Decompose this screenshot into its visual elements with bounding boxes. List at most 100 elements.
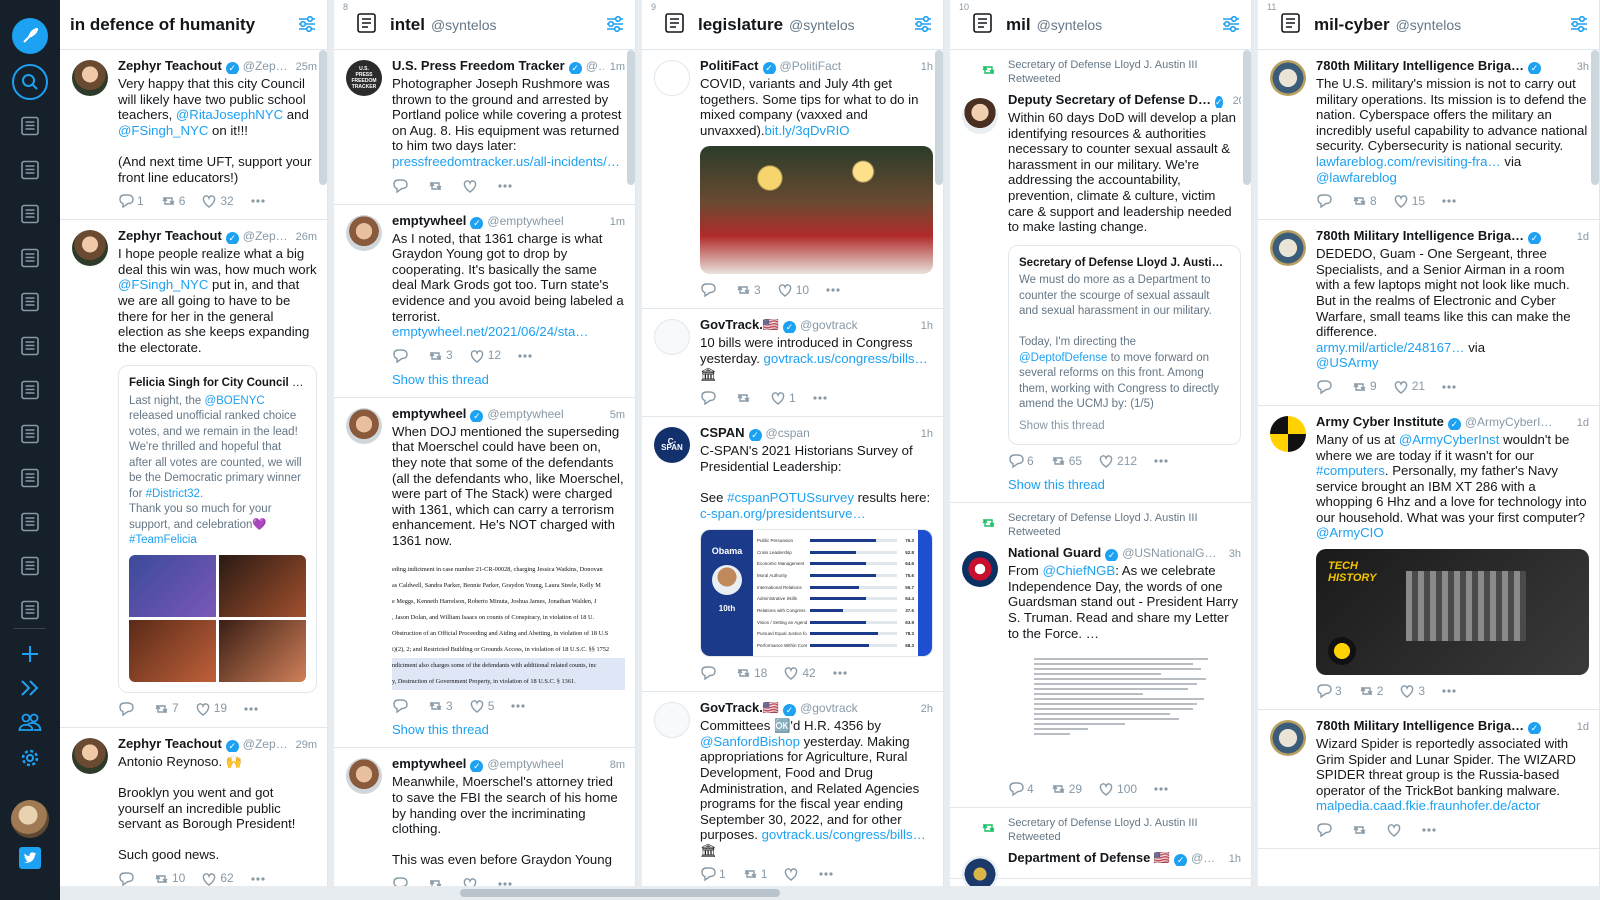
more-actions-button[interactable] (1441, 379, 1457, 395)
search-button[interactable] (12, 64, 48, 100)
tweet-timestamp[interactable]: 1h (921, 427, 933, 441)
tweet[interactable]: U.S. PRESS FREEDOM TRACKER U.S. Press Fre… (334, 50, 635, 205)
tweet[interactable]: Secretary of Defense Lloyd J. Austin III… (950, 50, 1251, 504)
tweet-timestamp[interactable]: 20h (1233, 94, 1241, 108)
like-button[interactable]: 21 (1393, 379, 1425, 395)
quoted-link[interactable]: @BOENYC (204, 395, 264, 407)
author-avatar[interactable] (1270, 230, 1306, 267)
author-avatar[interactable] (346, 407, 382, 444)
column-timeline[interactable]: U.S. PRESS FREEDOM TRACKER U.S. Press Fre… (334, 50, 635, 886)
author-handle[interactable]: @… (586, 59, 604, 74)
tweet[interactable]: Army Cyber Institute ✓ @ArmyCyberI… 1d Many … (1258, 406, 1599, 711)
author-handle[interactable]: @ZephyrTeac… (243, 59, 290, 74)
author-avatar[interactable] (346, 758, 382, 795)
column-settings-button[interactable] (297, 14, 317, 39)
author-handle[interactable]: @govtrack (800, 318, 915, 333)
author-name[interactable]: emptywheel (392, 756, 466, 771)
column-timeline[interactable]: 780th Military Intelligence Briga… ✓ 3h The… (1258, 50, 1599, 886)
author-name[interactable]: emptywheel (392, 213, 466, 228)
retweet-button[interactable]: 65 (1050, 453, 1082, 469)
reply-button[interactable] (118, 871, 137, 886)
author-avatar[interactable] (1270, 720, 1306, 757)
quoted-media-grid[interactable] (129, 554, 306, 682)
author-handle[interactable]: @ZephyrTeac… (243, 229, 290, 244)
like-button[interactable] (1386, 822, 1405, 838)
tweet-timestamp[interactable]: 26m (296, 230, 317, 244)
tweet-timestamp[interactable]: 1h (921, 60, 933, 74)
like-button[interactable]: 10 (777, 282, 809, 298)
more-actions-button[interactable] (497, 178, 513, 194)
inline-link[interactable]: pressfreedomtracker.us/all-incidents/… (392, 154, 620, 169)
reply-button[interactable] (700, 665, 719, 681)
column-header[interactable]: 8 intel @syntelos (334, 0, 635, 50)
inline-link[interactable]: @lawfareblog (1316, 170, 1397, 185)
author-name[interactable]: Zephyr Teachout (118, 228, 222, 243)
author-name[interactable]: Zephyr Teachout (118, 58, 222, 73)
like-button[interactable]: 3 (1399, 683, 1425, 699)
more-actions-button[interactable] (1153, 781, 1169, 797)
reply-button[interactable] (392, 348, 411, 364)
tweet[interactable]: GovTrack.🇺🇸 ✓ @govtrack 2h Committees 🆗'd H.… (642, 692, 943, 886)
nav-column-button[interactable] (10, 590, 50, 630)
author-avatar[interactable] (654, 319, 690, 356)
author-handle[interactable]: @govtrack (800, 701, 915, 716)
author-name[interactable]: 780th Military Intelligence Briga… (1316, 228, 1524, 243)
author-name[interactable]: Army Cyber Institute (1316, 414, 1444, 429)
author-name[interactable]: emptywheel (392, 406, 466, 421)
retweet-button[interactable]: 18 (735, 665, 767, 681)
column-scrollbar[interactable] (627, 50, 635, 185)
like-button[interactable]: 212 (1098, 453, 1137, 469)
tweet[interactable]: Secretary of Defense Lloyd J. Austin III… (950, 503, 1251, 809)
author-avatar[interactable] (962, 551, 998, 588)
author-name[interactable]: 780th Military Intelligence Briga… (1316, 58, 1524, 73)
author-handle[interactable]: @ZephyrTeac… (243, 737, 290, 752)
media-thumbnail[interactable] (129, 554, 216, 617)
horizontal-scroll-thumb[interactable] (460, 889, 780, 897)
more-actions-button[interactable] (812, 390, 828, 406)
author-avatar[interactable] (72, 60, 108, 96)
horizontal-scrollbar[interactable] (60, 886, 1600, 900)
author-handle[interactable]: @USNationalGuard (1122, 546, 1223, 561)
tweet[interactable]: emptywheel ✓ @emptywheel 8m Meanwhile, Moers… (334, 748, 635, 886)
tweet-timestamp[interactable]: 5m (610, 408, 625, 422)
media-thumbnail[interactable] (129, 619, 216, 682)
like-button[interactable] (783, 866, 802, 882)
retweet-button[interactable]: 3 (735, 282, 761, 298)
author-name[interactable]: National Guard (1008, 545, 1101, 560)
tweet[interactable]: GovTrack.🇺🇸 ✓ @govtrack 1h 10 bills were int… (642, 309, 943, 418)
inline-link[interactable]: @ArmyCyberInst (1399, 432, 1500, 447)
author-name[interactable]: GovTrack.🇺🇸 (700, 317, 779, 332)
author-avatar[interactable] (72, 230, 108, 267)
like-button[interactable] (462, 876, 481, 886)
tweet[interactable]: 780th Military Intelligence Briga… ✓ 1d Wiz… (1258, 710, 1599, 850)
column-settings-button[interactable] (1569, 14, 1589, 39)
media-thumbnail[interactable] (219, 554, 306, 617)
column-header[interactable]: 9 legislature @syntelos (642, 0, 943, 50)
tweet-timestamp[interactable]: 8m (610, 758, 625, 772)
like-button[interactable]: 5 (469, 698, 494, 714)
reply-button[interactable] (700, 282, 719, 298)
author-avatar[interactable] (654, 60, 690, 96)
tweet[interactable]: PolitiFact ✓ @PolitiFact 1h COVID, variants … (642, 50, 943, 310)
column-timeline[interactable]: Secretary of Defense Lloyd J. Austin III… (950, 50, 1251, 886)
like-button[interactable]: 42 (783, 665, 816, 681)
tweet-timestamp[interactable]: 1h (1229, 852, 1241, 866)
inline-link[interactable]: govtrack.us/congress/bills… (764, 351, 928, 366)
tweet-image[interactable] (700, 146, 933, 275)
retweet-button[interactable] (427, 876, 446, 886)
accounts-button[interactable] (10, 702, 50, 742)
retweet-button[interactable]: 3 (427, 698, 453, 714)
column-scrollbar[interactable] (1243, 50, 1251, 185)
tweet-timestamp[interactable]: 25m (296, 60, 317, 74)
nav-column-button[interactable] (10, 414, 50, 454)
inline-link[interactable]: c-span.org/presidentsurve… (700, 506, 866, 521)
tweet-timestamp[interactable]: 3h (1229, 547, 1241, 561)
nav-column-button[interactable] (10, 370, 50, 410)
author-avatar[interactable] (346, 214, 382, 251)
inline-link[interactable]: govtrack.us/congress/bills… (762, 827, 926, 842)
tweet[interactable]: 780th Military Intelligence Briga… ✓ 1d DED… (1258, 220, 1599, 406)
column-timeline[interactable]: PolitiFact ✓ @PolitiFact 1h COVID, variants … (642, 50, 943, 886)
show-thread-link[interactable]: Show this thread (1008, 477, 1241, 492)
tweet[interactable]: Zephyr Teachout✓ @ZephyrTeac… 29mAntonio R… (60, 728, 327, 886)
twitter-home-button[interactable] (10, 838, 50, 878)
